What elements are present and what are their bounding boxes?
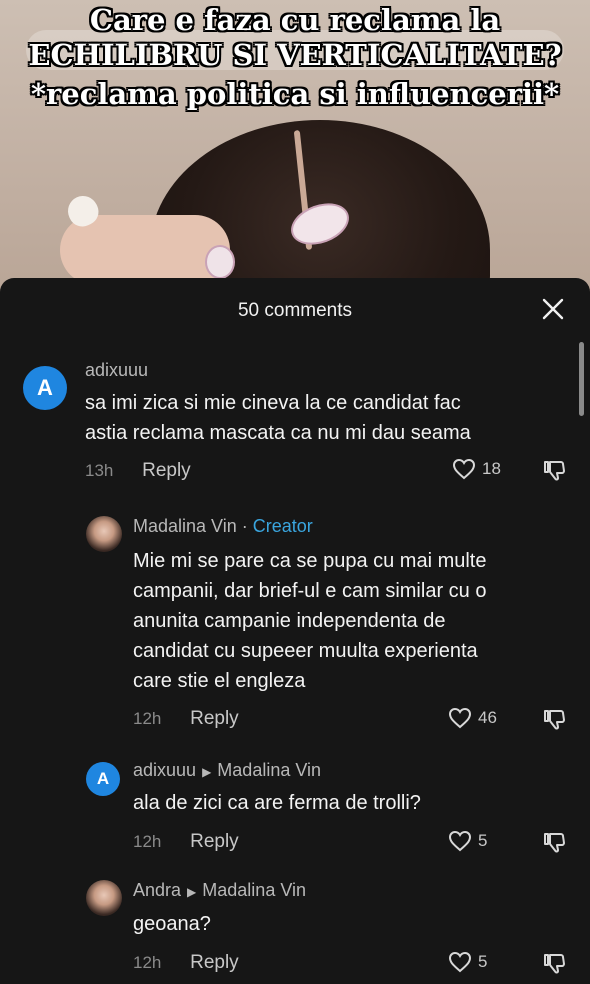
comment-text: ala de zici ca are ferma de trolli?: [133, 788, 421, 818]
username-separator: ·: [236, 516, 253, 536]
heart-icon: [448, 830, 472, 852]
like-button[interactable]: 18: [452, 458, 501, 480]
reply-button[interactable]: Reply: [142, 460, 191, 481]
comment-meta: 12h Reply: [133, 952, 239, 974]
avatar[interactable]: [86, 516, 122, 552]
comment-time: 12h: [133, 709, 162, 728]
comment-time: 12h: [133, 832, 162, 851]
comment-text-line: ala de zici ca are ferma de trolli?: [133, 792, 421, 814]
dislike-button[interactable]: [542, 458, 566, 487]
like-button[interactable]: 5: [448, 951, 487, 973]
comment-username[interactable]: adixuuu ▶ Madalina Vin: [133, 760, 321, 781]
heart-icon: [452, 458, 476, 480]
triangle-right-icon: ▶: [187, 885, 197, 899]
comment-text-line: Mie mi se pare ca se pupa cu mai multe: [133, 550, 487, 572]
dislike-button[interactable]: [542, 707, 566, 736]
username-text: Andra: [133, 880, 182, 900]
reply-to-username[interactable]: Madalina Vin: [217, 760, 321, 780]
dislike-button[interactable]: [542, 830, 566, 859]
comment-text: geoana?: [133, 909, 211, 939]
like-count: 18: [482, 459, 501, 478]
avatar[interactable]: [86, 880, 122, 916]
comment-text-line: geoana?: [133, 913, 211, 935]
video-hair-clip-small: [205, 245, 235, 279]
scrollbar[interactable]: [579, 342, 584, 416]
avatar[interactable]: A: [86, 762, 120, 796]
reply-to-username[interactable]: Madalina Vin: [202, 880, 306, 900]
comment-text: Mie mi se pare ca se pupa cu mai multe c…: [133, 546, 487, 696]
comment-meta: 12h Reply: [133, 708, 239, 730]
dislike-icon: [544, 461, 565, 481]
avatar-letter: A: [96, 769, 110, 788]
comment-text-line: sa imi zica si mie cineva la ce candidat…: [85, 392, 461, 414]
comment-time: 12h: [133, 953, 162, 972]
comment-text-line: care stie el engleza: [133, 670, 306, 692]
like-count: 46: [478, 708, 497, 727]
reply-button[interactable]: Reply: [190, 952, 239, 973]
video-caption-line-1: Care e faza cu reclama la: [89, 3, 501, 37]
like-button[interactable]: 5: [448, 830, 487, 852]
heart-icon: [448, 951, 472, 973]
creator-badge: Creator: [252, 516, 313, 536]
like-count: 5: [478, 952, 488, 971]
close-icon: [542, 298, 564, 320]
dislike-icon: [544, 954, 565, 974]
comment-username[interactable]: adixuuu: [85, 360, 148, 381]
heart-icon: [448, 707, 472, 729]
avatar-letter: A: [37, 375, 53, 400]
close-button[interactable]: [538, 294, 568, 324]
dislike-icon: [544, 833, 565, 853]
username-text: adixuuu: [85, 360, 149, 380]
dislike-icon: [544, 710, 565, 730]
comment-text: sa imi zica si mie cineva la ce candidat…: [85, 388, 471, 448]
dislike-button[interactable]: [542, 951, 566, 980]
comment-username[interactable]: Madalina Vin · Creator: [133, 516, 313, 537]
reply-button[interactable]: Reply: [190, 708, 239, 729]
video-caption-line-3: *reclama politica si influencerii*: [30, 77, 560, 111]
username-text: adixuuu: [133, 760, 197, 780]
comment-meta: 13h Reply: [85, 460, 191, 482]
comments-sheet: 50 comments A adixuuu sa imi zica si mie…: [0, 278, 590, 984]
comment-username[interactable]: Andra ▶ Madalina Vin: [133, 880, 306, 901]
comments-count-title: 50 comments: [237, 300, 353, 321]
comment-meta: 12h Reply: [133, 831, 239, 853]
reply-button[interactable]: Reply: [190, 831, 239, 852]
like-button[interactable]: 46: [448, 707, 497, 729]
comment-text-line: astia reclama mascata ca nu mi dau seama: [85, 422, 471, 444]
triangle-right-icon: ▶: [202, 765, 212, 779]
like-count: 5: [478, 831, 488, 850]
comment-text-line: anunita campanie independenta de: [133, 610, 446, 632]
comment-text-line: campanii, dar brief-ul e cam similar cu …: [133, 580, 487, 602]
avatar[interactable]: A: [23, 366, 67, 410]
comment-time: 13h: [85, 461, 114, 480]
comment-text-line: candidat cu supeeer muulta experienta: [133, 640, 478, 662]
username-text: Madalina Vin: [133, 516, 237, 536]
video-caption-line-2: ECHILIBRU SI VERTICALITATE?: [28, 38, 562, 72]
